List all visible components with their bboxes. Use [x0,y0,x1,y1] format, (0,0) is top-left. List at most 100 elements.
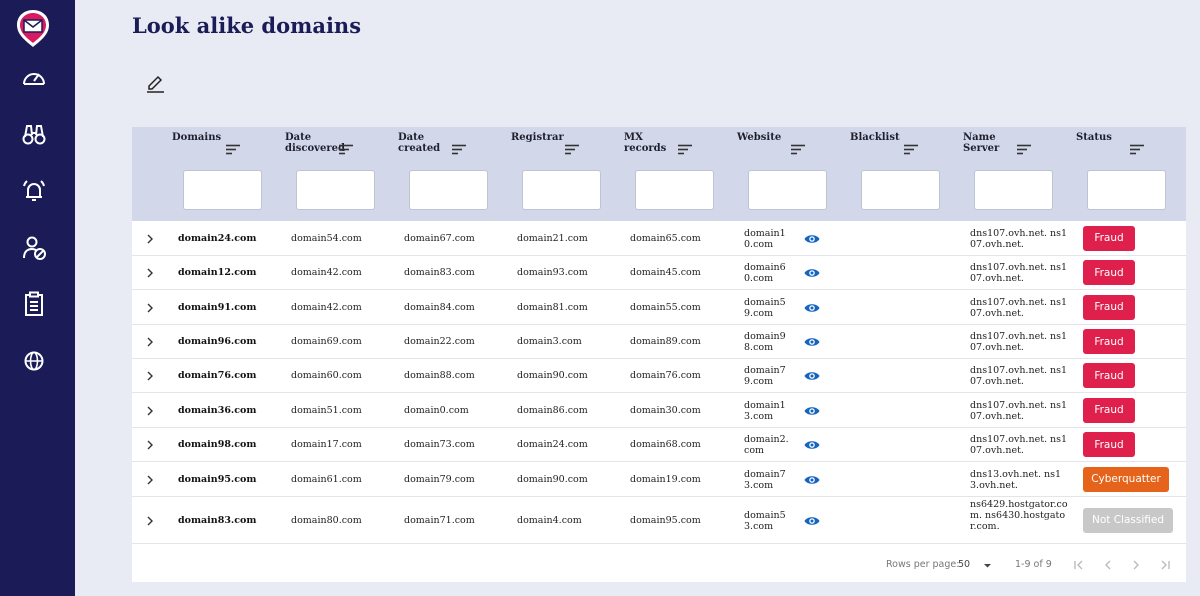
column-label-domains: Domains [172,132,222,143]
view-website-eye-icon[interactable] [804,302,820,314]
table-row[interactable]: domain24.com domain54.com domain67.com doma… [132,221,1186,256]
status-badge[interactable]: Fraud [1083,294,1135,320]
registrar-cell: domain90.com [517,473,588,485]
status-badge[interactable]: Fraud [1083,363,1135,388]
sort-icon[interactable] [904,144,918,155]
mx-records-cell: domain30.com [630,404,701,416]
mx-records-cell: domain89.com [630,336,701,347]
expand-row-chevron-icon[interactable] [144,439,156,451]
edit-pencil-icon[interactable] [144,73,166,95]
pagination: Rows per page: 50 1-9 of 9 [132,552,1186,577]
table-row[interactable]: domain36.com domain51.com domain0.com domai… [132,393,1186,428]
expand-row-chevron-icon[interactable] [144,233,156,245]
date-created-cell: domain0.com [404,404,469,416]
date-discovered-cell: domain54.com [291,232,362,244]
date-created-cell: domain88.com [404,370,475,381]
table-row[interactable]: domain96.com domain69.com domain22.com doma… [132,325,1186,359]
table-row[interactable]: domain95.com domain61.com domain79.com doma… [132,462,1186,497]
name-server-cell: dns107.ovh.net. ns107.ovh.net. [970,434,1068,456]
last-page-icon[interactable] [1159,559,1171,571]
name-server-cell: dns107.ovh.net. ns107.ovh.net. [970,296,1068,319]
name-server-cell: dns107.ovh.net. ns107.ovh.net. [970,331,1068,353]
previous-page-icon[interactable] [1102,559,1114,571]
table-row[interactable]: domain83.com domain80.com domain71.com doma… [132,497,1186,544]
status-badge[interactable]: Fraud [1083,225,1135,251]
status-badge[interactable]: Not Classified [1083,507,1173,533]
nav-dashboard[interactable] [20,63,48,91]
date-discovered-cell: domain42.com [291,301,362,313]
sort-icon[interactable] [452,144,466,155]
column-header-registrar: Registrar [471,132,601,222]
column-header-domains: Domains [132,132,262,222]
sort-icon[interactable] [791,144,805,155]
domain-cell: domain24.com [178,232,257,244]
column-header-date-created: Date created [358,132,488,222]
expand-row-chevron-icon[interactable] [144,474,156,486]
nav-alerts[interactable] [20,177,48,205]
sort-icon[interactable] [1130,144,1144,155]
website-cell: domain13.com [744,399,786,422]
chevron-down-icon[interactable] [983,563,992,569]
column-label-website: Website [737,132,782,143]
view-website-eye-icon[interactable] [804,233,820,245]
name-server-cell: dns13.ovh.net. ns13.ovh.net. [970,468,1062,491]
sort-icon[interactable] [1017,144,1031,155]
view-website-eye-icon[interactable] [804,370,820,382]
expand-row-chevron-icon[interactable] [144,515,156,527]
table-row[interactable]: domain98.com domain17.com domain73.com doma… [132,428,1186,462]
expand-row-chevron-icon[interactable] [144,370,156,382]
nav-domains[interactable] [20,347,48,375]
expand-row-chevron-icon[interactable] [144,336,156,348]
next-page-icon[interactable] [1130,559,1142,571]
status-badge[interactable]: Fraud [1083,329,1135,354]
registrar-cell: domain81.com [517,301,588,313]
view-website-eye-icon[interactable] [804,336,820,348]
sort-icon[interactable] [226,144,240,155]
status-badge[interactable]: Fraud [1083,397,1135,423]
view-website-eye-icon[interactable] [804,405,820,417]
clipboard-list-icon [25,291,43,316]
name-server-cell: dns107.ovh.net. ns107.ovh.net. [970,365,1068,387]
view-website-eye-icon[interactable] [804,515,820,527]
logo-mail-shield-icon[interactable] [14,8,52,48]
website-cell: domain2.com [744,434,789,456]
date-created-cell: domain71.com [404,514,475,526]
table-row[interactable]: domain91.com domain42.com domain84.com doma… [132,290,1186,325]
view-website-eye-icon[interactable] [804,474,820,486]
column-label-status: Status [1076,132,1112,143]
view-website-eye-icon[interactable] [804,267,820,279]
date-created-cell: domain22.com [404,336,475,347]
sort-icon[interactable] [678,144,692,155]
nav-reports[interactable] [20,290,48,318]
registrar-cell: domain93.com [517,267,588,278]
expand-row-chevron-icon[interactable] [144,267,156,279]
sort-icon[interactable] [565,144,579,155]
date-discovered-cell: domain42.com [291,267,362,278]
expand-row-chevron-icon[interactable] [144,405,156,417]
first-page-icon[interactable] [1073,559,1085,571]
table-row[interactable]: domain76.com domain60.com domain88.com doma… [132,359,1186,393]
domain-cell: domain96.com [178,336,257,347]
filter-input-status[interactable] [1087,170,1166,210]
registrar-cell: domain24.com [517,439,588,450]
date-created-cell: domain73.com [404,439,475,450]
name-server-cell: dns107.ovh.net. ns107.ovh.net. [970,399,1068,422]
status-badge[interactable]: Cyberquatter [1083,466,1169,492]
domain-cell: domain95.com [178,473,257,485]
expand-row-chevron-icon[interactable] [144,302,156,314]
website-cell: domain10.com [744,227,786,250]
date-discovered-cell: domain17.com [291,439,362,450]
rows-per-page-select[interactable]: 50 [958,559,970,570]
domain-cell: domain12.com [178,267,257,278]
view-website-eye-icon[interactable] [804,439,820,451]
column-header-status: Status [1036,132,1166,222]
nav-users[interactable] [20,234,48,262]
status-badge[interactable]: Fraud [1083,260,1135,285]
table-row[interactable]: domain12.com domain42.com domain83.com doma… [132,256,1186,290]
column-label-registrar: Registrar [511,132,564,143]
binoculars-icon [22,125,46,145]
status-badge[interactable]: Fraud [1083,432,1135,457]
nav-monitoring[interactable] [20,120,48,148]
date-discovered-cell: domain60.com [291,370,362,381]
sort-icon[interactable] [339,144,353,155]
